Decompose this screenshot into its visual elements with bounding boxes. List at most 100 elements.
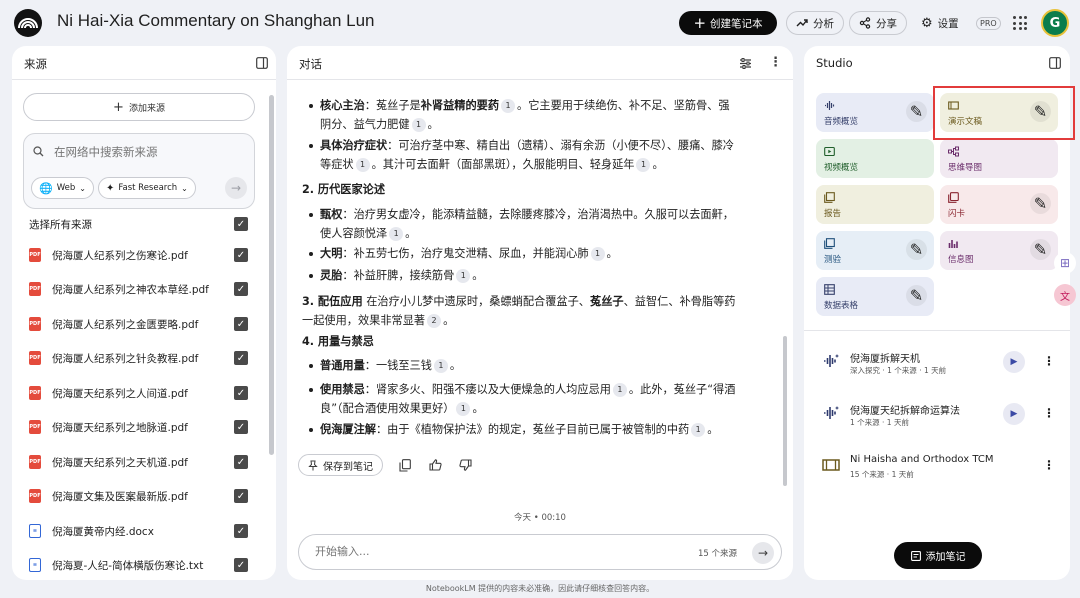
save-to-note-label: 保存到笔记 — [323, 461, 373, 473]
share-button[interactable]: 分享 — [849, 11, 907, 35]
arrow-right-icon: → — [757, 546, 769, 560]
analytics-button[interactable]: 分析 — [786, 11, 844, 35]
settings-label: 设置 — [937, 17, 959, 30]
generated-note-item[interactable]: 倪海厦拆解天机 深入探究 · 1 个来源 · 1 天前 ▶ ⋮ — [820, 350, 1060, 390]
widgets-icon[interactable]: ⊞ — [1054, 252, 1076, 274]
source-item[interactable]: PDF 倪海厦天纪系列之人间道.pdf ✓ — [29, 384, 259, 402]
notebooklm-logo-icon[interactable] — [14, 9, 42, 37]
analytics-label: 分析 — [813, 17, 834, 30]
source-item[interactable]: PDF 倪海厦人纪系列之金匮要略.pdf ✓ — [29, 315, 259, 333]
citation-chip[interactable]: 1 — [501, 99, 516, 113]
copy-icon[interactable] — [397, 457, 413, 473]
more-vert-icon[interactable]: ⋮ — [769, 55, 782, 70]
source-checkbox[interactable]: ✓ — [234, 420, 248, 434]
source-checkbox[interactable]: ✓ — [234, 489, 248, 503]
citation-chip[interactable]: 1 — [389, 227, 404, 241]
tile-infographic[interactable]: 信息图 ✎ — [940, 231, 1058, 270]
citation-chip[interactable]: 2 — [427, 314, 442, 328]
tile-quiz[interactable]: 测验 ✎ — [816, 231, 934, 270]
thumbs-down-icon[interactable] — [457, 457, 473, 473]
source-name: 倪海厦人纪系列之金匮要略.pdf — [52, 318, 199, 331]
source-item[interactable]: ≡ 倪海夏-人纪-简体横版伤寒论.txt ✓ — [29, 556, 259, 574]
tile-audio-overview[interactable]: 音频概览 ✎ — [816, 93, 934, 132]
chat-input-box: 15 个来源 → — [298, 534, 782, 570]
source-item[interactable]: PDF 倪海厦人纪系列之针灸教程.pdf ✓ — [29, 349, 259, 367]
answer-actions: 保存到笔记 — [298, 454, 473, 476]
web-source-select[interactable]: 🌐 Web ⌄ — [31, 177, 94, 199]
submit-search-button[interactable]: → — [225, 177, 247, 199]
citation-chip[interactable]: 1 — [456, 402, 471, 416]
pdf-file-icon: PDF — [29, 455, 41, 469]
source-count: 15 个来源 — [698, 549, 738, 559]
source-item[interactable]: ≡ 倪海厦黄帝内经.docx ✓ — [29, 522, 259, 540]
report-icon — [824, 192, 835, 203]
source-checkbox[interactable]: ✓ — [234, 248, 248, 262]
chat-scrollbar[interactable] — [783, 336, 787, 486]
edit-icon[interactable]: ✎ — [1030, 239, 1051, 260]
translate-icon[interactable]: 文 — [1054, 284, 1076, 306]
more-vert-icon[interactable]: ⋮ — [1043, 354, 1055, 368]
video-icon — [824, 146, 835, 157]
section-paragraph: 3. 配伍应用 在治疗小儿梦中遗尿时，桑螵蛸配合覆盆子、菟丝子、益智仁、补骨脂等… — [302, 295, 736, 328]
source-checkbox[interactable]: ✓ — [234, 386, 248, 400]
more-vert-icon[interactable]: ⋮ — [1043, 458, 1055, 472]
generated-note-item[interactable]: Ni Haisha and Orthodox TCM 15 个来源 · 1 天前… — [820, 454, 1060, 494]
edit-icon[interactable]: ✎ — [906, 285, 927, 306]
trending-icon — [796, 19, 808, 27]
add-source-button[interactable]: + 添加来源 — [23, 93, 255, 121]
save-to-note-button[interactable]: 保存到笔记 — [298, 454, 383, 476]
thumbs-up-icon[interactable] — [427, 457, 443, 473]
source-item[interactable]: PDF 倪海厦文集及医案最新版.pdf ✓ — [29, 487, 259, 505]
source-item[interactable]: PDF 倪海厦天纪系列之地脉道.pdf ✓ — [29, 418, 259, 436]
select-all-checkbox[interactable]: ✓ — [234, 217, 248, 231]
pdf-file-icon: PDF — [29, 489, 41, 503]
notebook-title[interactable]: Ni Hai-Xia Commentary on Shanghan Lun — [57, 11, 375, 31]
create-notebook-button[interactable]: + 创建笔记本 — [679, 11, 777, 35]
edit-icon[interactable]: ✎ — [1030, 193, 1051, 214]
tile-flashcards[interactable]: 闪卡 ✎ — [940, 185, 1058, 224]
tune-icon[interactable] — [739, 57, 752, 70]
apps-grid-icon[interactable] — [1013, 16, 1027, 30]
edit-icon[interactable]: ✎ — [906, 239, 927, 260]
source-checkbox[interactable]: ✓ — [234, 317, 248, 331]
settings-button[interactable]: ⚙ 设置 — [912, 11, 968, 35]
select-all-row[interactable]: 选择所有来源 ✓ — [29, 215, 259, 233]
citation-chip[interactable]: 1 — [636, 158, 651, 172]
citation-chip[interactable]: 1 — [355, 158, 370, 172]
source-checkbox[interactable]: ✓ — [234, 524, 248, 538]
research-mode-select[interactable]: ✦ Fast Research ⌄ — [98, 177, 196, 199]
source-checkbox[interactable]: ✓ — [234, 455, 248, 469]
citation-chip[interactable]: 1 — [433, 359, 448, 373]
citation-chip[interactable]: 1 — [612, 383, 627, 397]
select-all-label: 选择所有来源 — [29, 218, 92, 231]
edit-icon[interactable]: ✎ — [906, 101, 927, 122]
generated-note-item[interactable]: 倪海厦天纪拆解命运算法 1 个来源 · 1 天前 ▶ ⋮ — [820, 402, 1060, 442]
plus-icon: + — [693, 13, 707, 32]
tile-video-overview[interactable]: 视频概览 — [816, 139, 934, 178]
source-checkbox[interactable]: ✓ — [234, 282, 248, 296]
more-vert-icon[interactable]: ⋮ — [1043, 406, 1055, 420]
play-button[interactable]: ▶ — [1003, 403, 1025, 425]
tile-data-table[interactable]: 数据表格 ✎ — [816, 277, 934, 316]
citation-chip[interactable]: 1 — [590, 247, 605, 261]
source-item[interactable]: PDF 倪海厦天纪系列之天机道.pdf ✓ — [29, 453, 259, 471]
source-checkbox[interactable]: ✓ — [234, 558, 248, 572]
collapse-panel-icon[interactable] — [1049, 57, 1061, 69]
source-checkbox[interactable]: ✓ — [234, 351, 248, 365]
tile-report[interactable]: 报告 — [816, 185, 934, 224]
collapse-panel-icon[interactable] — [256, 57, 268, 69]
citation-chip[interactable]: 1 — [411, 118, 426, 132]
chat-input[interactable] — [315, 545, 615, 558]
sources-scrollbar[interactable] — [269, 95, 274, 455]
source-item[interactable]: PDF 倪海厦人纪系列之神农本草经.pdf ✓ — [29, 280, 259, 298]
add-note-button[interactable]: 添加笔记 — [894, 542, 982, 569]
play-button[interactable]: ▶ — [1003, 351, 1025, 373]
source-item[interactable]: PDF 倪海厦人纪系列之伤寒论.pdf ✓ — [29, 246, 259, 264]
citation-chip[interactable]: 1 — [691, 423, 706, 437]
send-button[interactable]: → — [752, 542, 774, 564]
tile-mind-map[interactable]: 思维导图 — [940, 139, 1058, 178]
pro-badge: PRO — [976, 17, 1001, 30]
web-search-input[interactable] — [54, 143, 234, 161]
citation-chip[interactable]: 1 — [456, 269, 471, 283]
avatar[interactable]: G — [1041, 9, 1069, 37]
